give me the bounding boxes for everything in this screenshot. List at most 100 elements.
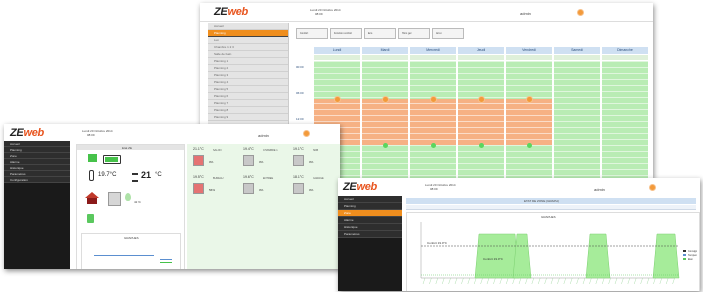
sidebar-item-label: Accueil	[214, 24, 224, 28]
mode-button[interactable]: Arret	[432, 28, 464, 39]
day-column[interactable]	[506, 61, 552, 179]
sidebar-item-label: Parametres	[10, 172, 26, 176]
legend-label: Temperature	[688, 254, 697, 257]
sidebar-item[interactable]: Planning	[338, 203, 402, 210]
eco-marker-icon[interactable]	[527, 97, 532, 102]
day-subheader	[458, 55, 504, 60]
room-card[interactable]: 19.1°C SDB 0%	[291, 147, 339, 175]
mode-button-label: Fonction confort	[334, 32, 352, 35]
zeweb-logo: ZEweb	[10, 127, 44, 139]
sidebar-item[interactable]: Planning 2	[208, 65, 288, 72]
sidebar-item[interactable]: Zone	[338, 210, 402, 217]
sidebar-item-label: Planning 4	[214, 80, 229, 84]
x-tick	[435, 277, 438, 285]
sidebar-item[interactable]: Planning 6	[208, 93, 288, 100]
room-card[interactable]: 19.5°C BUREAU 56%	[191, 175, 239, 203]
battery-icon	[103, 155, 121, 164]
sidebar-item[interactable]: Historique	[338, 224, 402, 231]
grid-lines	[506, 61, 552, 179]
comfort-plateau[interactable]	[585, 233, 611, 279]
room-card[interactable]: 19.6°C ENTREE 0%	[241, 175, 289, 203]
comfort-plateau[interactable]	[474, 233, 520, 279]
sidebar-item[interactable]: Planning 3	[208, 72, 288, 79]
mini-chart: GRAPHES	[81, 233, 181, 269]
room-card[interactable]: 19.4°C CHAMBRE 1 0%	[241, 147, 289, 175]
sidebar-item[interactable]: Accueil	[338, 196, 402, 203]
radiator-icon	[243, 155, 254, 166]
sidebar-item[interactable]: Lun	[208, 37, 288, 44]
x-tick	[576, 277, 579, 285]
room-state: 0%	[209, 160, 214, 164]
mode-button[interactable]: Fonction confort	[330, 28, 362, 39]
day-column[interactable]	[362, 61, 408, 179]
sidebar-item[interactable]: Planning 8	[208, 107, 288, 114]
day-column[interactable]	[458, 61, 504, 179]
x-tick	[646, 277, 650, 285]
sidebar-item[interactable]: Accueil	[208, 23, 288, 30]
room-card[interactable]: 21.1°C SALON 0%	[191, 147, 239, 175]
day-header: Lundi	[314, 47, 360, 54]
mode-button[interactable]: Confort	[296, 28, 328, 39]
user-label: admin	[520, 11, 531, 16]
x-tick	[659, 277, 662, 285]
eco-marker-icon[interactable]	[335, 97, 340, 102]
day-subheader	[362, 55, 408, 60]
sidebar-item[interactable]: Planning 5	[208, 86, 288, 93]
day-column[interactable]	[410, 61, 456, 179]
sidebar-item[interactable]: Planning 9	[208, 114, 288, 121]
day-subheader	[602, 55, 648, 60]
indoor-temperature: 19.7°C	[98, 172, 117, 178]
sidebar-item[interactable]: Salle de bain	[208, 51, 288, 58]
header-time: 08:09	[315, 12, 323, 16]
home-mode-icon[interactable]	[85, 192, 99, 204]
sidebar-item[interactable]: Chambre 1 2 3	[208, 44, 288, 51]
day-column[interactable]	[602, 61, 648, 179]
x-tick	[595, 277, 598, 285]
planning-grid: Lundi Mardi Mercredi Jeudi Vendredi Samedi Dim…	[296, 47, 648, 179]
comfort-plateau[interactable]	[652, 233, 680, 279]
sidebar-item-label: Parametres	[344, 232, 360, 236]
eco-marker-icon[interactable]	[431, 97, 436, 102]
comfort-marker-icon[interactable]	[383, 143, 388, 148]
comfort-marker-icon[interactable]	[431, 143, 436, 148]
room-card[interactable]: 18.1°C GARAGE 0%	[291, 175, 339, 203]
radiator-icon	[243, 183, 254, 194]
x-tick	[531, 277, 534, 285]
x-tick	[557, 277, 560, 285]
mode-button[interactable]: Hors gel	[398, 28, 430, 39]
x-tick	[480, 277, 483, 285]
setpoint-value[interactable]: 21	[141, 170, 151, 180]
day-column[interactable]	[554, 61, 600, 179]
x-tick	[627, 277, 630, 285]
x-tick	[442, 277, 445, 285]
x-tick	[563, 277, 566, 285]
planning-header: ZEweb Lundi 20 Octobre 2014 08:09 admin	[200, 3, 653, 22]
sidebar-item-label: Planning 7	[214, 101, 229, 105]
sidebar-item[interactable]: Planning 1	[208, 58, 288, 65]
hour-label: 00:00	[296, 65, 304, 69]
sidebar-item-label: Alarme	[344, 218, 354, 222]
eco-marker-icon[interactable]	[383, 97, 388, 102]
network-icon	[88, 154, 97, 162]
sidebar-item-label: Historique	[10, 166, 24, 170]
x-tick	[653, 277, 656, 285]
sidebar-item[interactable]: Parametres	[338, 231, 402, 238]
sidebar-item[interactable]: Planning 7	[208, 100, 288, 107]
mode-button-label: Eco	[368, 32, 373, 35]
radiator-icon	[293, 155, 304, 166]
weather-sun-icon	[650, 185, 655, 190]
mode-button[interactable]: Eco	[364, 28, 396, 39]
sidebar-item[interactable]: Configuration	[4, 177, 70, 183]
day-header: Samedi	[554, 47, 600, 54]
day-header: Mardi	[362, 47, 408, 54]
sidebar-item[interactable]: Planning	[208, 30, 288, 37]
legend-label: Etat	[688, 258, 693, 261]
grid-lines	[362, 61, 408, 179]
humidity-icon	[125, 193, 131, 201]
comfort-marker-icon[interactable]	[479, 143, 484, 148]
sidebar-item[interactable]: Planning 4	[208, 79, 288, 86]
sidebar-item[interactable]: Alarme	[338, 217, 402, 224]
weather-sun-icon	[304, 131, 309, 136]
eco-marker-icon[interactable]	[479, 97, 484, 102]
comfort-marker-icon[interactable]	[527, 143, 532, 148]
